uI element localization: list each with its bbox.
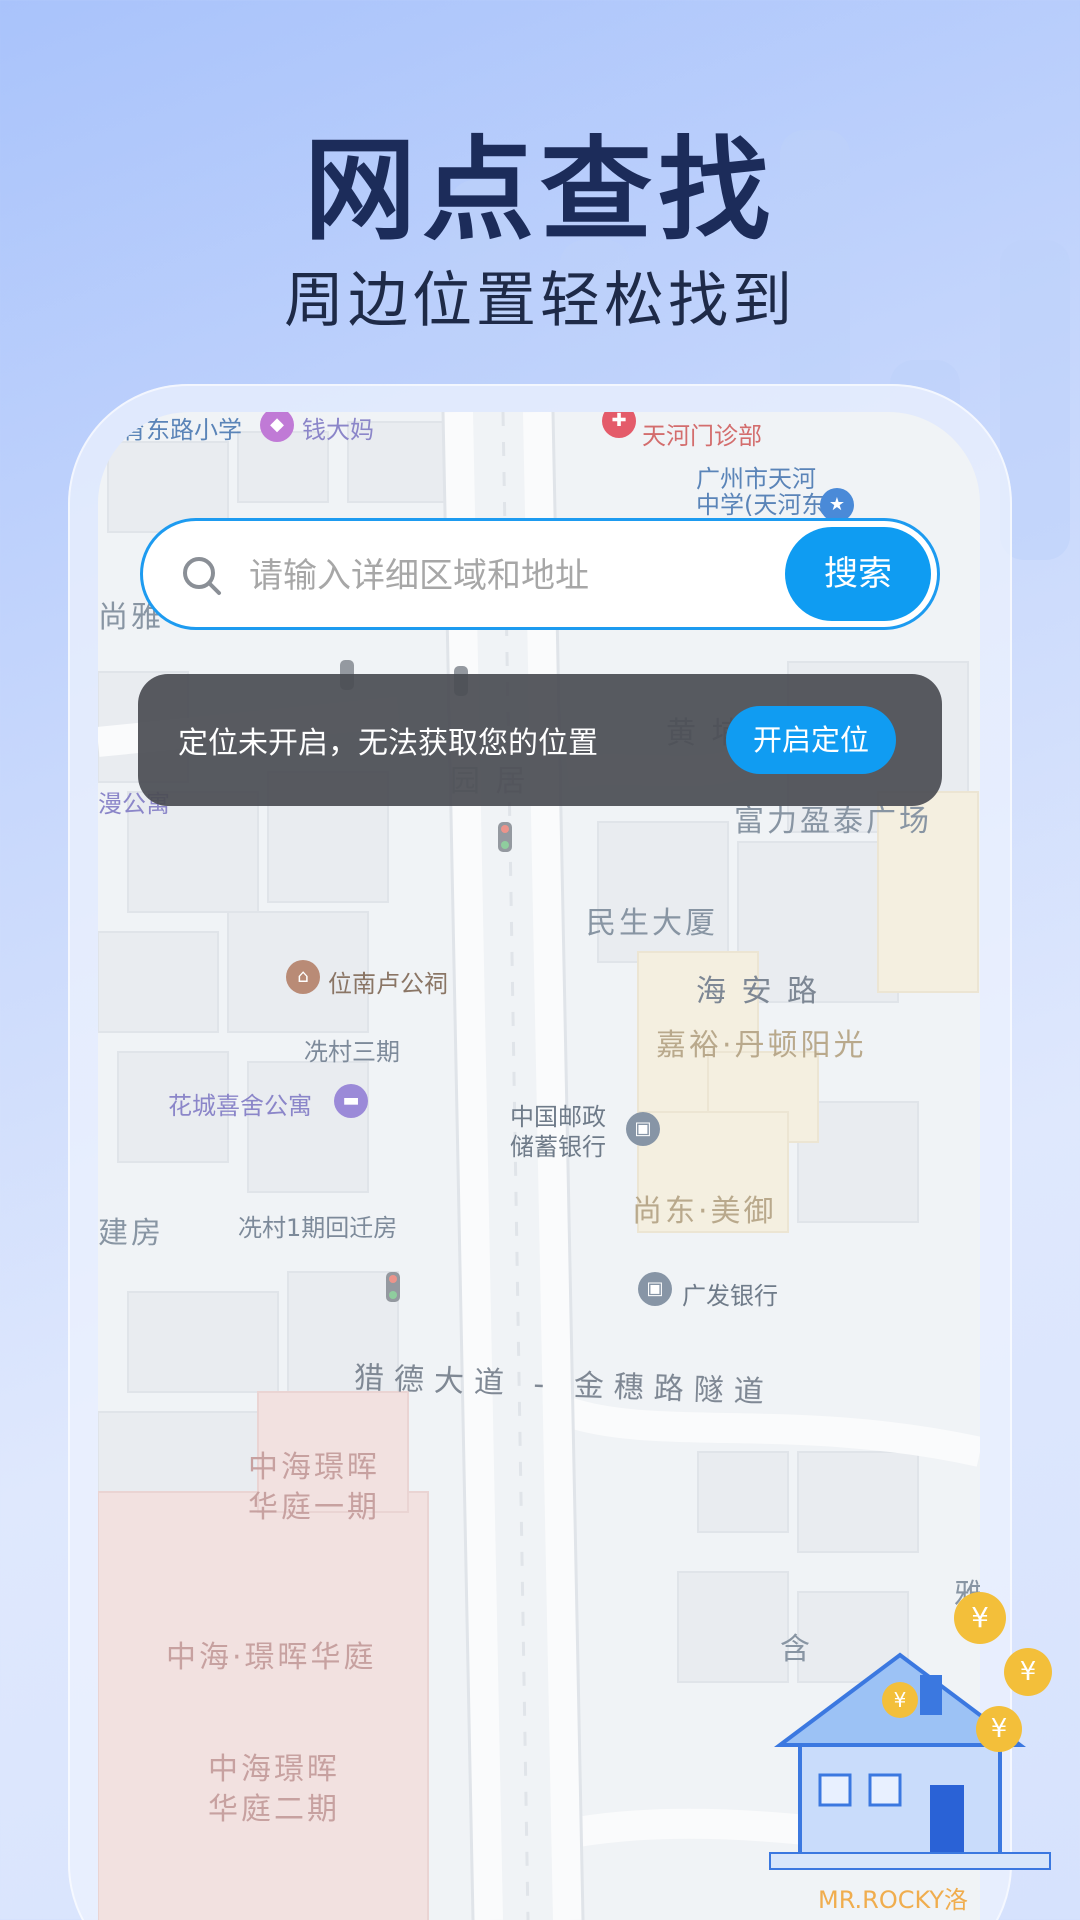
- map-label: 海 安 路: [696, 974, 821, 1009]
- map-label: 嘉裕·丹顿阳光: [656, 1028, 867, 1063]
- map-label: 钱大妈: [302, 416, 374, 444]
- map-label: 中海·璟晖华庭: [166, 1640, 377, 1675]
- enable-location-button[interactable]: 开启定位: [726, 706, 896, 774]
- coin-icon: ¥: [954, 1592, 1006, 1644]
- map-label: 广州市天河 中学(天河东: [696, 465, 826, 519]
- coin-icon: ¥: [882, 1682, 918, 1718]
- search-bar[interactable]: 搜索: [140, 518, 940, 630]
- bank-icon: ▣: [626, 1112, 660, 1146]
- map-label: 广发银行: [682, 1282, 778, 1310]
- map-label: 天河门诊部: [642, 422, 762, 450]
- page-subtitle: 周边位置轻松找到: [284, 266, 796, 336]
- map-label: 中海璟晖 华庭一期: [248, 1450, 380, 1525]
- search-input[interactable]: [247, 541, 771, 611]
- map-label: 民生大厦: [586, 906, 718, 941]
- map-label: 体育东路小学: [98, 416, 242, 444]
- map-label: 尚东·美御: [632, 1194, 777, 1229]
- map-label: 位南卢公祠: [328, 970, 448, 998]
- coin-icon: ¥: [976, 1706, 1022, 1752]
- page-title: 网点查找: [304, 126, 776, 256]
- school-icon: ★: [820, 488, 854, 522]
- watermark: MR.ROCKY洛: [818, 1886, 969, 1914]
- hotel-icon: ▬: [334, 1084, 368, 1118]
- map-label: 中国邮政 储蓄银行: [510, 1103, 606, 1161]
- map-label: 冼村三期: [304, 1038, 400, 1066]
- temple-icon: ⌂: [286, 960, 320, 994]
- map-label: 中海璟晖 华庭二期: [208, 1752, 340, 1827]
- map-label: 花城喜舍公寓: [168, 1092, 312, 1120]
- bank-icon: ▣: [638, 1272, 672, 1306]
- search-button[interactable]: 搜索: [785, 527, 931, 621]
- search-icon: [183, 557, 221, 595]
- coin-icon: ¥: [1004, 1648, 1052, 1696]
- map-label: 冼村1期回迁房: [238, 1214, 398, 1242]
- location-notice-message: 定位未开启，无法获取您的位置: [178, 726, 598, 761]
- location-notice: 定位未开启，无法获取您的位置 开启定位: [138, 674, 942, 806]
- map-label: 建房: [98, 1216, 164, 1251]
